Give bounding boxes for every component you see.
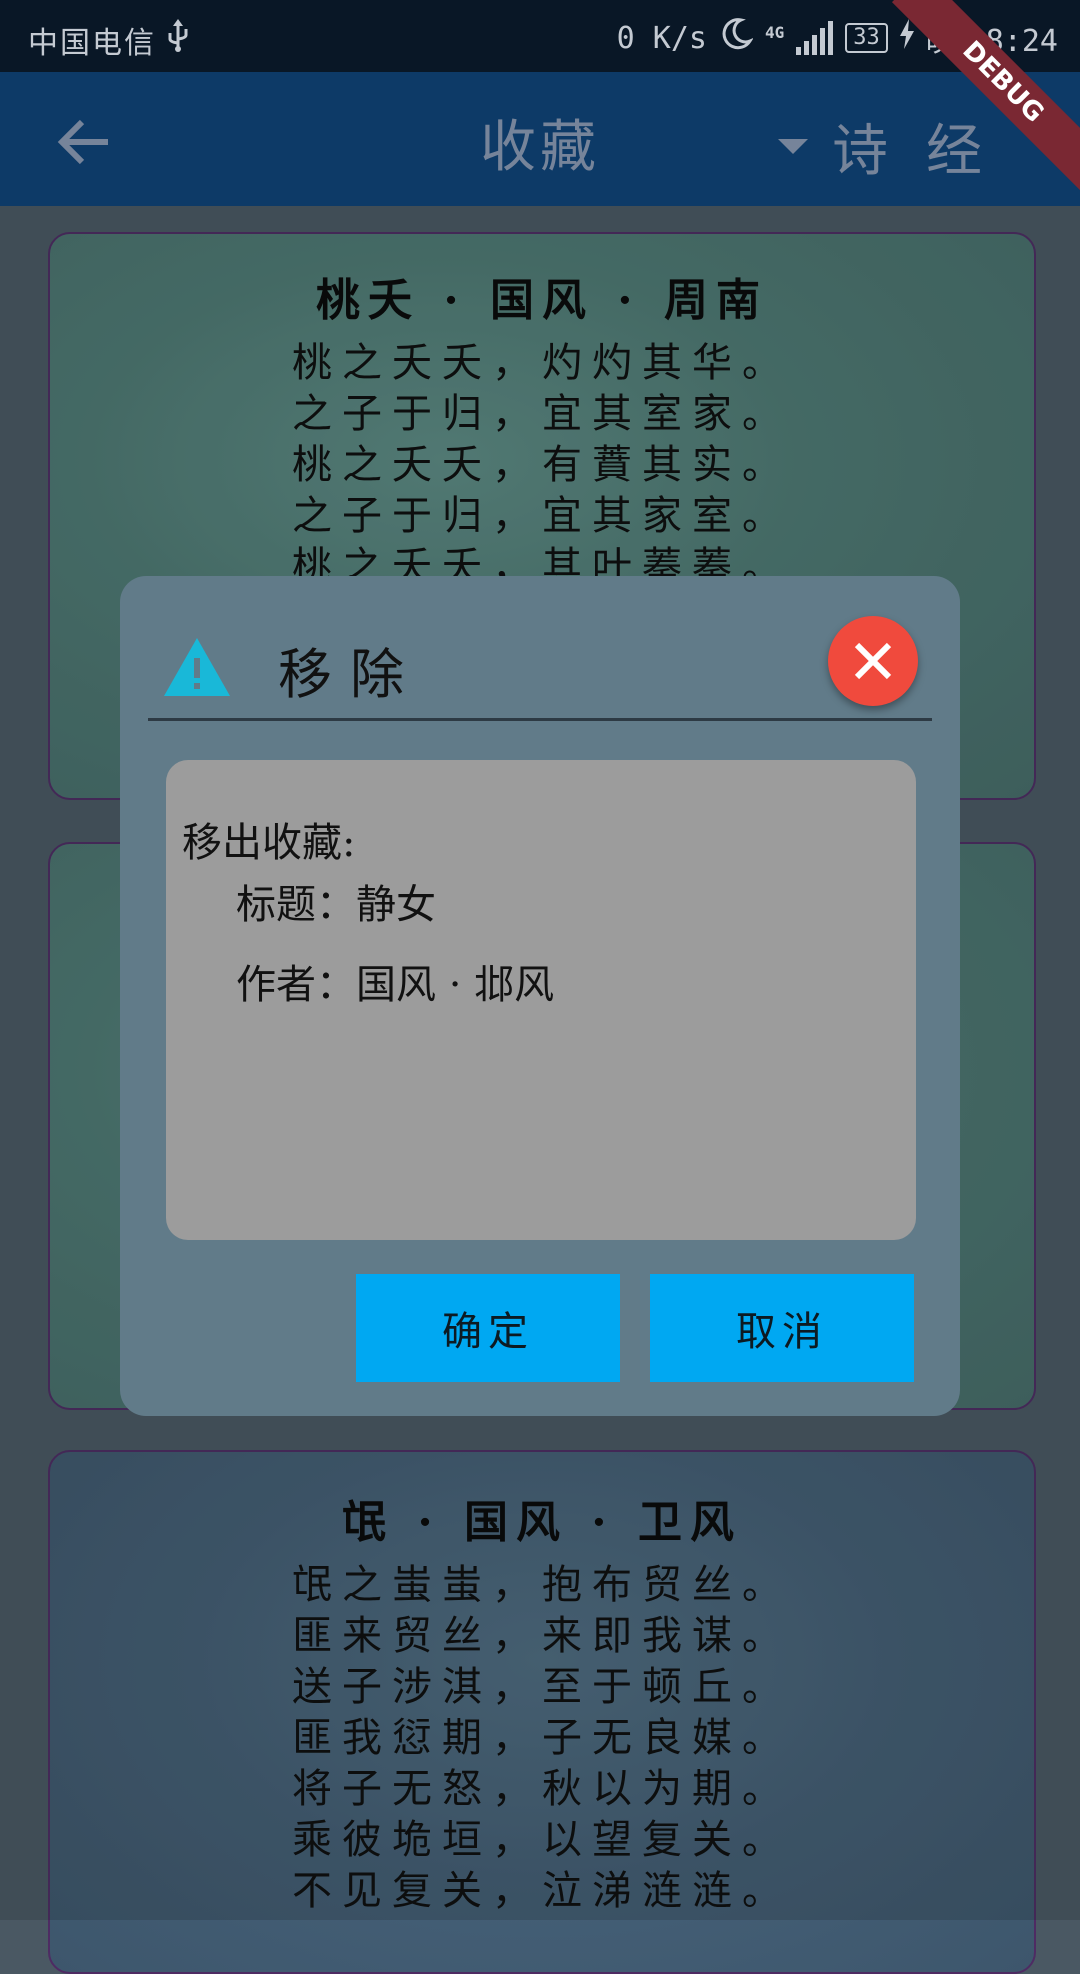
dropdown-value: 诗经 (832, 119, 1020, 184)
carrier-label: 中国电信 (28, 26, 156, 61)
network-type: 4G (764, 22, 785, 42)
charging-icon (899, 19, 914, 57)
dialog-header: 移除 (148, 616, 932, 721)
cancel-button[interactable]: 取消 (650, 1274, 914, 1382)
poem-title-line: 标题：静女 (236, 882, 436, 928)
warning-icon (164, 638, 230, 696)
close-icon (854, 642, 892, 680)
battery-icon: 33 (845, 23, 888, 53)
close-button[interactable] (828, 616, 918, 706)
dialog-title: 移除 (278, 643, 422, 706)
usb-icon (166, 19, 190, 61)
network-speed: 0 K/s (616, 20, 707, 56)
remove-dialog: 移除 移出收藏: 标题：静女 作者：国风 · 邶风 确定 取消 (120, 576, 960, 1416)
signal-icon (796, 21, 834, 55)
moon-icon (719, 17, 754, 59)
confirm-button[interactable]: 确定 (356, 1274, 620, 1382)
collection-dropdown[interactable]: 诗经 (778, 106, 1020, 187)
body-heading: 移出收藏: (182, 820, 356, 866)
app-bar: 收藏 诗经 (0, 72, 1080, 206)
caret-down-icon (778, 139, 808, 154)
dialog-body: 移出收藏: 标题：静女 作者：国风 · 邶风 (166, 760, 916, 1240)
poem-author-line: 作者：国风 · 邶风 (236, 962, 555, 1008)
status-left: 中国电信 (28, 18, 190, 62)
